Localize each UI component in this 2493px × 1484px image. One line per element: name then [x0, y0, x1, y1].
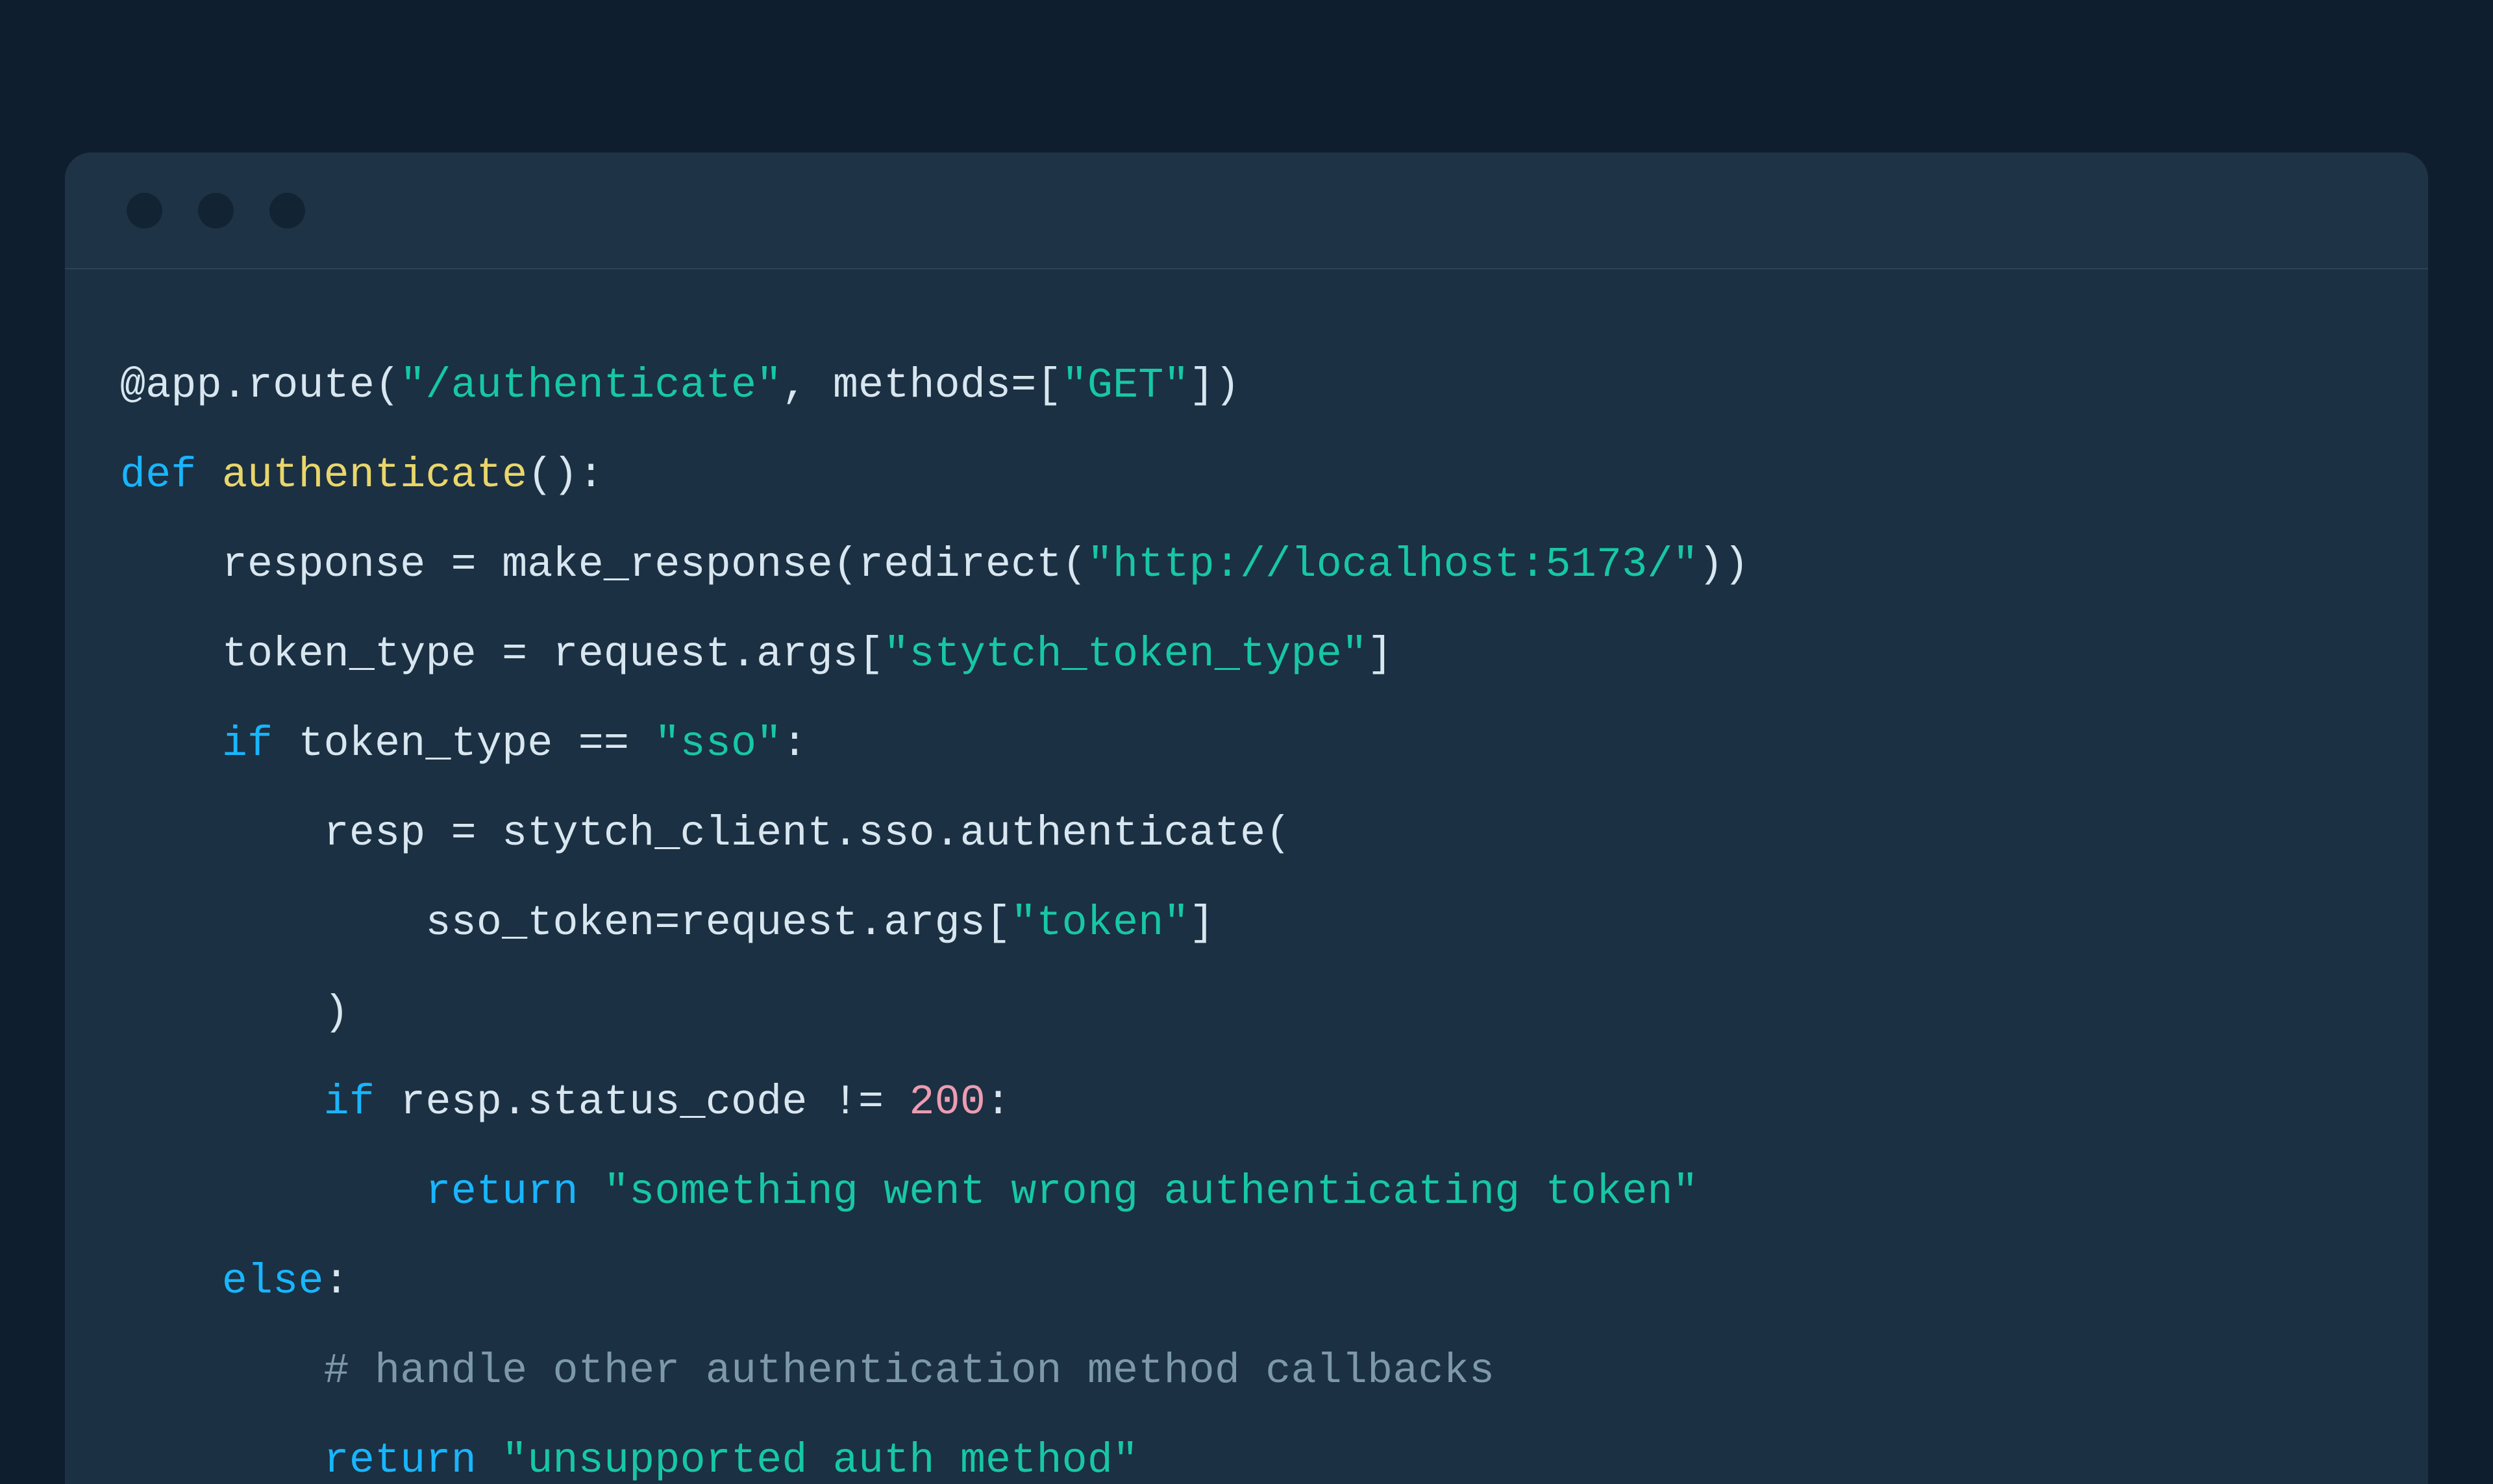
code-token: else	[222, 1257, 324, 1305]
code-token: resp.status_code !=	[375, 1078, 909, 1126]
code-line: if token_type == "sso":	[120, 699, 2389, 789]
code-block: @app.route("/authenticate", methods=["GE…	[65, 269, 2428, 1484]
code-token: token_type = request.args[	[120, 630, 884, 678]
code-token: return	[324, 1437, 477, 1484]
code-line: if resp.status_code != 200:	[120, 1057, 2389, 1147]
code-token: "token"	[1011, 899, 1189, 947]
code-token: "sso"	[654, 720, 782, 768]
code-token: "GET"	[1062, 362, 1189, 410]
window-control-zoom-icon[interactable]	[269, 193, 305, 229]
code-token: "something went wrong authenticating tok…	[604, 1168, 1698, 1216]
code-token: ():	[527, 451, 604, 499]
code-token	[120, 1257, 222, 1305]
code-token: ])	[1189, 362, 1240, 410]
code-line: return "unsupported auth method"	[120, 1416, 2389, 1484]
code-token: :	[324, 1257, 349, 1305]
code-token	[120, 720, 222, 768]
code-token: token_type ==	[273, 720, 654, 768]
code-token: if	[222, 720, 273, 768]
code-token: ]	[1189, 899, 1215, 947]
code-token: (	[375, 362, 400, 410]
code-token: "/authenticate"	[400, 362, 782, 410]
code-token	[120, 1168, 425, 1216]
code-token: @app.route	[120, 362, 375, 410]
code-line: token_type = request.args["stytch_token_…	[120, 610, 2389, 699]
code-token	[120, 1347, 324, 1395]
code-token: ]	[1367, 630, 1393, 678]
code-token: 200	[909, 1078, 986, 1126]
code-token: response = make_response(redirect(	[120, 541, 1087, 589]
code-token	[578, 1168, 604, 1216]
code-token: return	[425, 1168, 578, 1216]
code-line: def authenticate():	[120, 430, 2389, 520]
stage: @app.route("/authenticate", methods=["GE…	[0, 0, 2493, 1484]
code-token: if	[324, 1078, 375, 1126]
window-titlebar	[65, 153, 2428, 269]
code-token: ))	[1698, 541, 1749, 589]
code-line: response = make_response(redirect("http:…	[120, 520, 2389, 610]
code-line: resp = stytch_client.sso.authenticate(	[120, 789, 2389, 878]
code-token: "stytch_token_type"	[884, 630, 1367, 678]
code-line: sso_token=request.args["token"]	[120, 878, 2389, 968]
code-line: else:	[120, 1237, 2389, 1326]
code-token: "http://localhost:5173/"	[1087, 541, 1698, 589]
window-control-minimize-icon[interactable]	[198, 193, 234, 229]
code-token: :	[986, 1078, 1011, 1126]
code-token: "unsupported auth method"	[502, 1437, 1138, 1484]
code-token: def	[120, 451, 222, 499]
code-token: :	[782, 720, 807, 768]
code-token: resp = stytch_client.sso.authenticate(	[120, 810, 1291, 858]
code-line: return "something went wrong authenticat…	[120, 1147, 2389, 1237]
code-line: # handle other authentication method cal…	[120, 1326, 2389, 1416]
code-token: sso_token=request.args[	[120, 899, 1011, 947]
code-token: authenticate	[222, 451, 527, 499]
code-token: , methods=[	[782, 362, 1061, 410]
code-token	[120, 1078, 324, 1126]
code-token	[120, 1437, 324, 1484]
code-line: @app.route("/authenticate", methods=["GE…	[120, 341, 2389, 430]
code-token: )	[120, 989, 349, 1037]
code-token: # handle other authentication method cal…	[324, 1347, 1495, 1395]
window-control-close-icon[interactable]	[127, 193, 162, 229]
code-token	[477, 1437, 502, 1484]
code-window: @app.route("/authenticate", methods=["GE…	[65, 153, 2428, 1484]
code-line: )	[120, 968, 2389, 1057]
